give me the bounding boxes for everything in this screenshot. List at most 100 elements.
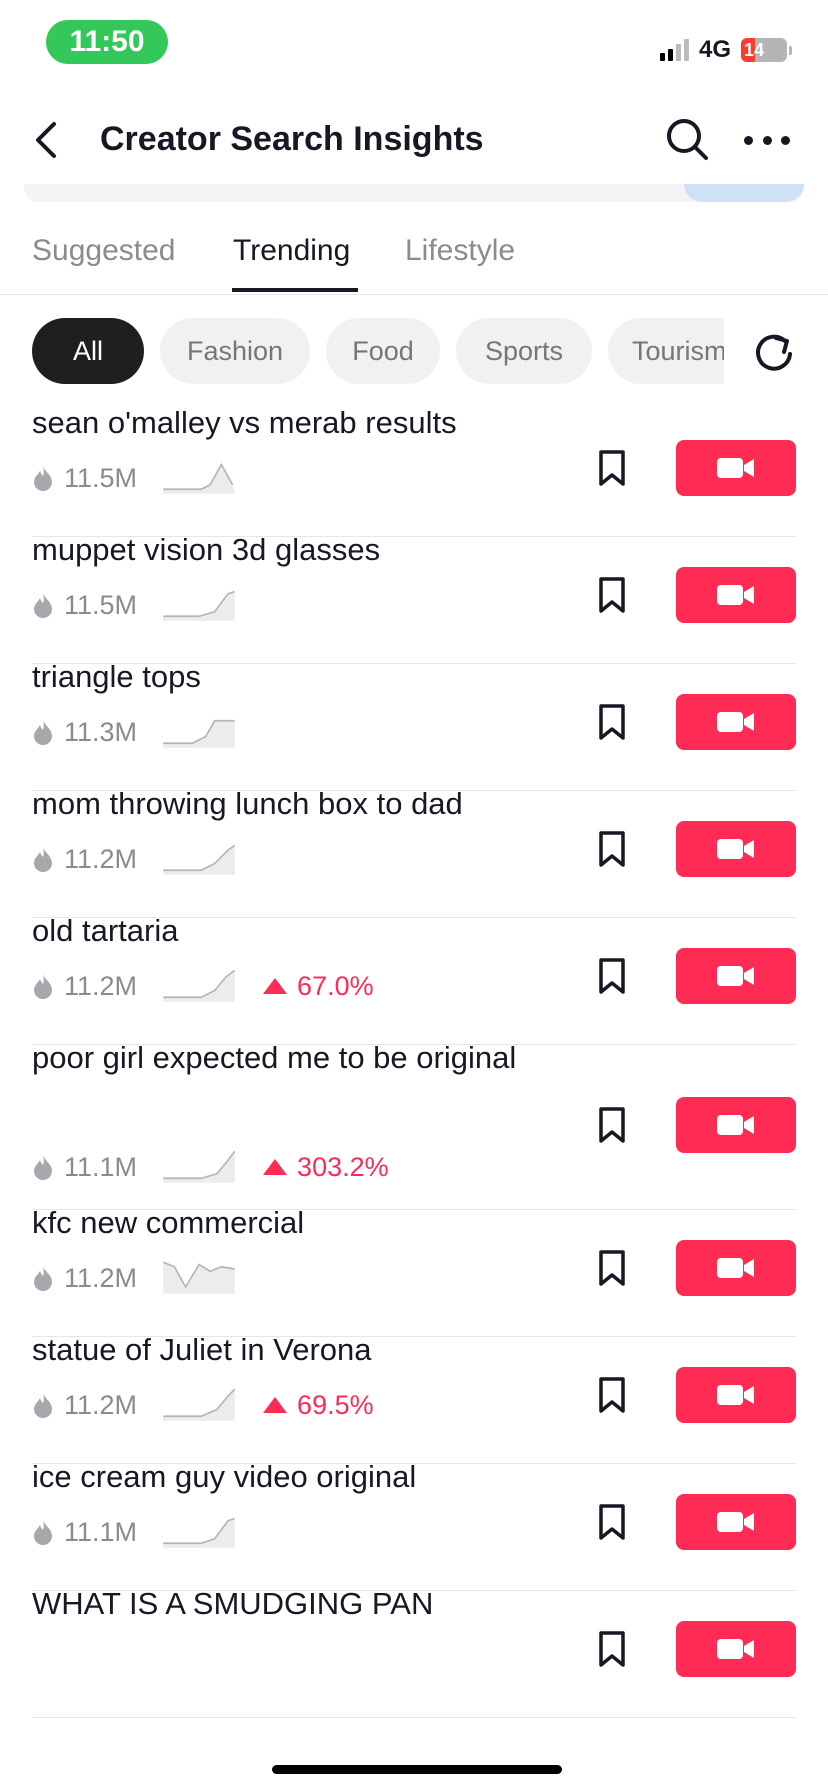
create-video-button[interactable] <box>676 821 796 877</box>
sparkline-chart <box>163 1150 236 1183</box>
bookmark-icon[interactable] <box>596 1376 628 1414</box>
flame-icon <box>34 466 52 491</box>
search-count: 11.5M <box>64 462 138 493</box>
back-button[interactable] <box>28 118 68 162</box>
create-video-button[interactable] <box>676 440 796 496</box>
tab-lifestyle[interactable]: Lifestyle <box>405 234 515 268</box>
banner-strip <box>24 184 804 202</box>
row-meta: 11.1M 303.2% <box>32 1149 389 1185</box>
bookmark-icon[interactable] <box>596 1249 628 1287</box>
search-button[interactable] <box>664 116 712 164</box>
create-video-button[interactable] <box>676 1097 796 1153</box>
chip-scroller[interactable]: All Fashion Food Sports Tourism <box>32 318 724 384</box>
flame-icon <box>34 1393 52 1418</box>
list-item[interactable]: sean o'malley vs merab results 11.5M <box>32 405 796 537</box>
chevron-left-icon <box>36 122 56 158</box>
video-camera-icon <box>717 1258 754 1278</box>
bookmark-icon[interactable] <box>596 830 628 868</box>
bookmark-icon[interactable] <box>596 1503 628 1541</box>
video-camera-icon <box>717 458 754 478</box>
trend-badge: 303.2% <box>263 1152 389 1183</box>
list-item[interactable]: ice cream guy video original 11.1M <box>32 1459 796 1591</box>
create-video-button[interactable] <box>676 1240 796 1296</box>
network-type: 4G <box>698 36 731 63</box>
chip-fashion[interactable]: Fashion <box>160 318 310 384</box>
list-item[interactable]: statue of Juliet in Verona 11.2M 69.5% <box>32 1332 796 1464</box>
bookmark-icon[interactable] <box>596 1630 628 1668</box>
row-meta: 11.2M <box>32 841 263 877</box>
create-video-button[interactable] <box>676 948 796 1004</box>
trend-up-icon <box>263 1397 288 1413</box>
create-video-button[interactable] <box>676 1367 796 1423</box>
video-camera-icon <box>717 1512 754 1532</box>
trend-badge: 69.5% <box>263 1390 374 1421</box>
create-video-button[interactable] <box>676 567 796 623</box>
create-video-button[interactable] <box>676 694 796 750</box>
row-meta: 11.2M 67.0% <box>32 968 374 1004</box>
sparkline-chart <box>163 1517 236 1548</box>
tab-suggested[interactable]: Suggested <box>32 234 175 268</box>
status-indicators: 4G 14 <box>659 36 792 64</box>
chip-sports[interactable]: Sports <box>456 318 592 384</box>
home-indicator <box>272 1765 562 1774</box>
search-term: old tartaria <box>32 913 179 948</box>
flame-icon <box>34 1155 52 1180</box>
status-bar: 11:50 4G 14 <box>0 0 828 84</box>
search-count: 11.1M <box>64 1151 138 1182</box>
list-item[interactable]: poor girl expected me to be original 11.… <box>32 1040 796 1210</box>
trend-percent: 303.2% <box>297 1151 389 1182</box>
bookmark-icon[interactable] <box>596 1106 628 1144</box>
search-count: 11.1M <box>64 1516 138 1547</box>
search-count: 11.5M <box>64 589 138 620</box>
video-camera-icon <box>717 712 754 732</box>
video-camera-icon <box>717 1385 754 1405</box>
row-meta: 11.1M <box>32 1514 263 1550</box>
search-term: WHAT IS A SMUDGING PAN <box>32 1586 434 1621</box>
bookmark-icon[interactable] <box>596 576 628 614</box>
bookmark-icon[interactable] <box>596 703 628 741</box>
sparkline-chart <box>163 844 236 875</box>
create-video-button[interactable] <box>676 1494 796 1550</box>
nav-bar: Creator Search Insights <box>0 100 828 180</box>
sparkline-chart <box>163 590 236 621</box>
create-video-button[interactable] <box>676 1621 796 1677</box>
trending-list: sean o'malley vs merab results 11.5M mup… <box>32 405 796 1718</box>
chip-tourism[interactable]: Tourism <box>608 318 724 384</box>
refresh-button[interactable] <box>752 330 796 374</box>
video-camera-icon <box>717 966 754 986</box>
list-item[interactable]: old tartaria 11.2M 67.0% <box>32 913 796 1045</box>
chip-food[interactable]: Food <box>326 318 440 384</box>
more-button[interactable] <box>744 126 790 154</box>
search-count: 11.2M <box>64 843 138 874</box>
bookmark-icon[interactable] <box>596 449 628 487</box>
search-term: muppet vision 3d glasses <box>32 532 381 567</box>
chip-all[interactable]: All <box>32 318 144 384</box>
list-item[interactable]: WHAT IS A SMUDGING PAN <box>32 1586 796 1718</box>
bookmark-icon[interactable] <box>596 957 628 995</box>
sparkline-chart <box>162 1261 235 1294</box>
trend-percent: 69.5% <box>297 1389 374 1420</box>
signal-icon <box>659 39 689 61</box>
search-count: 11.2M <box>64 1389 138 1420</box>
search-count: 11.2M <box>64 970 138 1001</box>
flame-icon <box>34 593 52 618</box>
trend-badge: 67.0% <box>263 971 374 1002</box>
search-icon <box>667 119 708 160</box>
flame-icon <box>34 974 52 999</box>
row-meta: 11.5M <box>32 587 263 623</box>
list-item[interactable]: triangle tops 11.3M <box>32 659 796 791</box>
row-meta: 11.5M <box>32 460 263 496</box>
video-camera-icon <box>717 585 754 605</box>
search-count: 11.3M <box>64 716 138 747</box>
list-item[interactable]: mom throwing lunch box to dad 11.2M <box>32 786 796 918</box>
search-term: kfc new commercial <box>32 1205 305 1240</box>
search-term: ice cream guy video original <box>32 1459 417 1494</box>
row-meta: 11.3M <box>32 714 263 750</box>
flame-icon <box>34 1520 52 1545</box>
video-camera-icon <box>717 839 754 859</box>
row-meta: 11.2M <box>32 1260 263 1296</box>
search-term: triangle tops <box>32 659 201 694</box>
tab-trending[interactable]: Trending <box>233 234 350 268</box>
list-item[interactable]: kfc new commercial 11.2M <box>32 1205 796 1337</box>
list-item[interactable]: muppet vision 3d glasses 11.5M <box>32 532 796 664</box>
